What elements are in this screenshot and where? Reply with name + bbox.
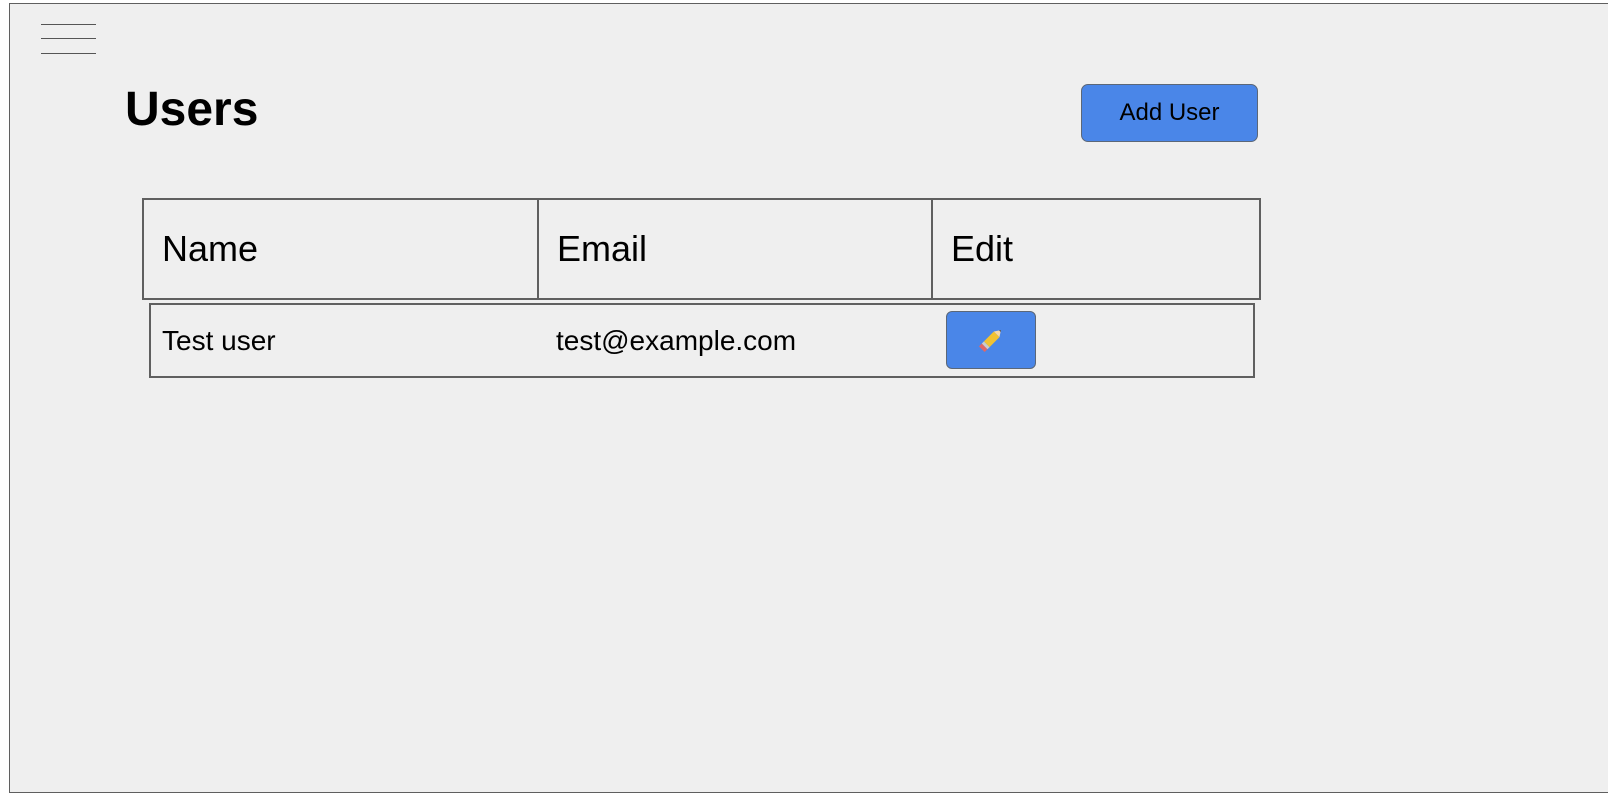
- table-header: Name Email Edit: [142, 198, 1261, 300]
- column-header-name: Name: [144, 200, 539, 298]
- column-header-email: Email: [539, 200, 933, 298]
- app-frame: Users Add User Name Email Edit Test user…: [9, 3, 1608, 793]
- column-header-edit: Edit: [951, 228, 1014, 269]
- table-row: Test user test@example.com: [149, 303, 1255, 378]
- add-user-button[interactable]: Add User: [1081, 84, 1258, 142]
- user-name-cell: Test user: [162, 324, 276, 356]
- page-title: Users: [125, 83, 259, 136]
- edit-user-button[interactable]: [946, 311, 1036, 369]
- hamburger-menu-icon[interactable]: [41, 24, 96, 54]
- pencil-icon: [978, 330, 1001, 353]
- user-email-cell: test@example.com: [556, 324, 797, 356]
